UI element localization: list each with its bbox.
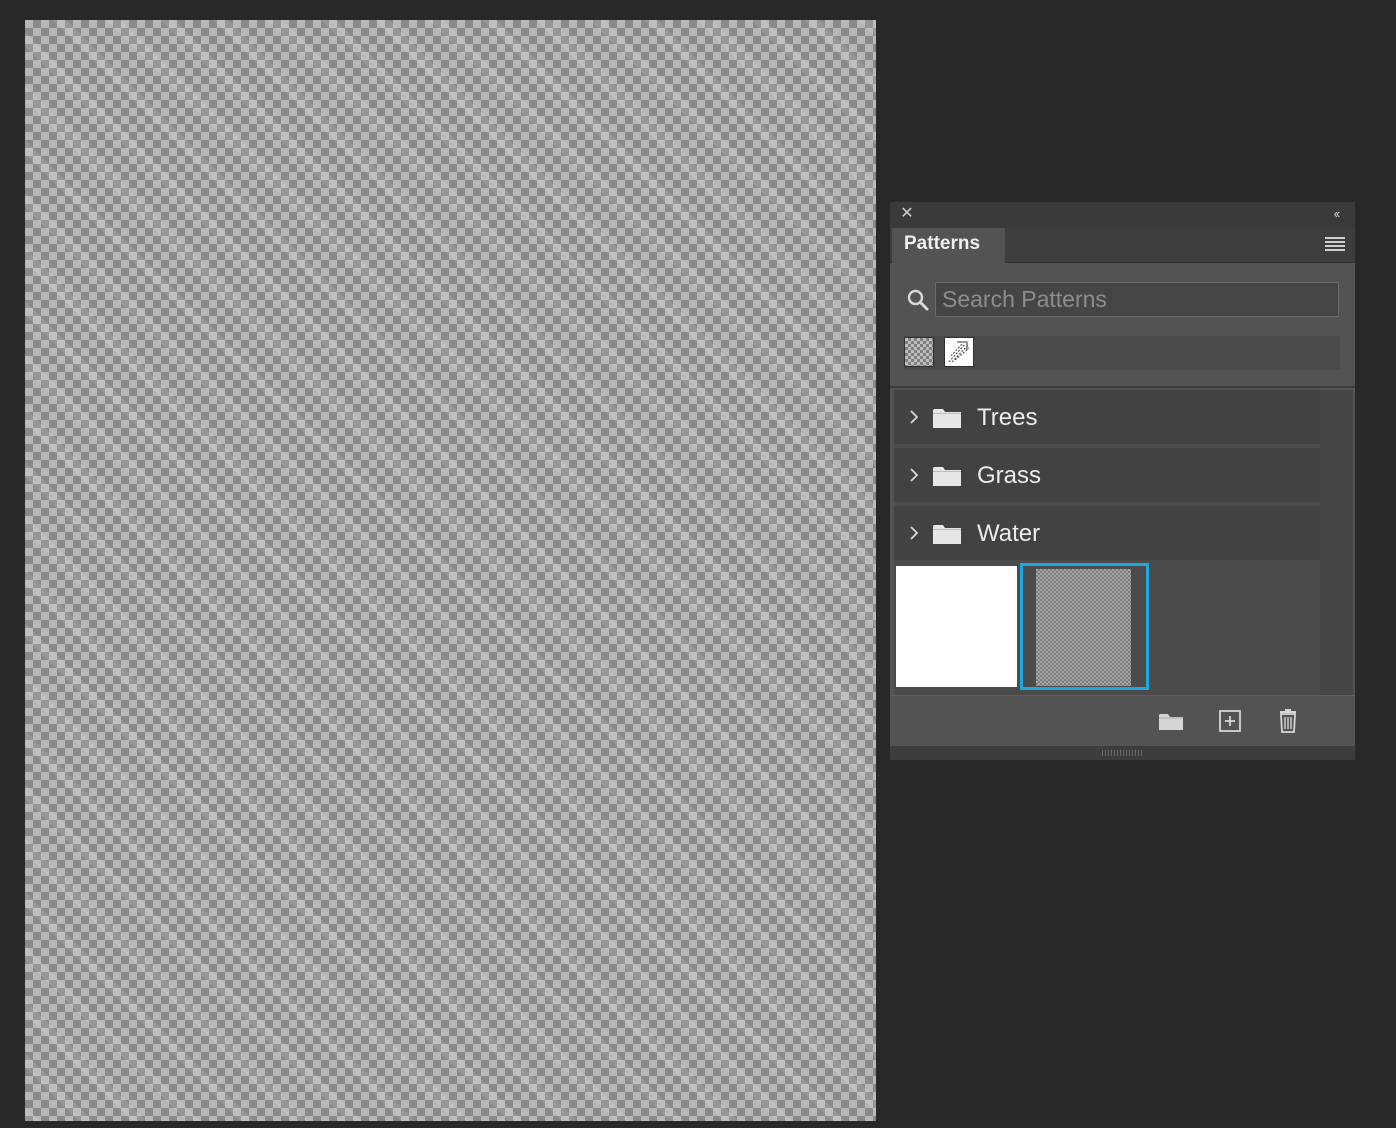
search-icon (907, 289, 929, 311)
checker-pattern-preview (1036, 569, 1131, 686)
hamburger-menu-icon[interactable] (1325, 237, 1345, 251)
panel-footer (890, 695, 1355, 746)
chevron-right-icon[interactable] (908, 467, 920, 483)
add-square-icon[interactable] (1216, 708, 1244, 734)
trash-icon[interactable] (1274, 708, 1302, 734)
close-icon[interactable]: ✕ (899, 206, 915, 222)
panel-resize-grip[interactable] (890, 746, 1355, 760)
recent-patterns-strip (904, 336, 1340, 370)
new-folder-icon[interactable] (1157, 708, 1185, 734)
panel-tab-row: Patterns (890, 228, 1355, 263)
folder-icon (933, 525, 961, 544)
tab-patterns[interactable]: Patterns (892, 228, 1005, 263)
list-scrollbar[interactable] (1320, 390, 1353, 695)
group-row-trees[interactable]: Trees (894, 390, 1320, 446)
patterns-panel: ✕ ‹‹ Patterns Search Patterns Trees Gras… (889, 201, 1356, 761)
group-label: Water (977, 520, 1041, 547)
chevron-right-icon[interactable] (908, 525, 920, 541)
collapse-double-chevron-icon[interactable]: ‹‹ (1327, 206, 1345, 222)
resize-grip-dots (1102, 750, 1142, 756)
group-label: Trees (977, 404, 1038, 431)
search-input[interactable] (935, 282, 1339, 317)
divider (890, 386, 1355, 388)
chevron-right-icon[interactable] (908, 409, 920, 425)
recent-sketch-swatch[interactable] (944, 337, 974, 367)
folder-icon (933, 467, 961, 486)
pattern-thumbnail-selected[interactable] (1020, 563, 1149, 690)
group-row-water[interactable]: Water (894, 506, 1320, 562)
sketch-swatch-icon (945, 338, 973, 366)
folder-icon (933, 409, 961, 428)
recent-checkerboard-swatch[interactable] (904, 337, 934, 367)
group-row-grass[interactable]: Grass (894, 448, 1320, 504)
panel-titlebar[interactable]: ✕ ‹‹ (890, 202, 1355, 228)
pattern-thumbnail-white[interactable] (896, 566, 1017, 687)
group-label: Grass (977, 462, 1042, 489)
document-canvas[interactable] (25, 20, 876, 1121)
